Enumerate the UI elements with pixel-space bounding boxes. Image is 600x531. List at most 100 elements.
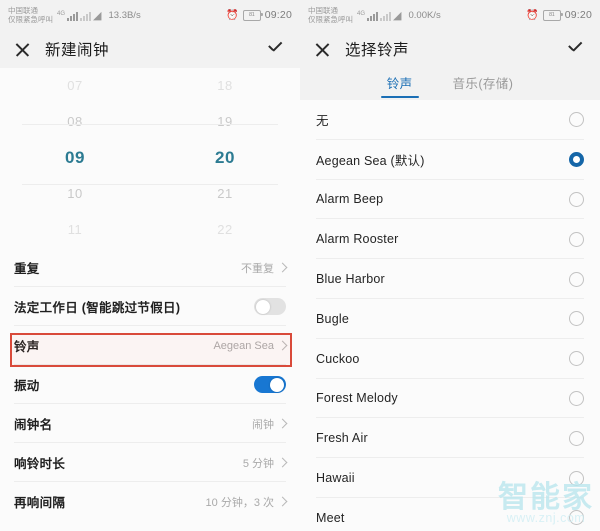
time-picker[interactable]: 07 08 09 10 11 18 19 20 21 22 <box>0 68 300 248</box>
setting-value: 10 分钟，3 次 <box>205 496 274 509</box>
setting-label: 法定工作日 (智能跳过节假日) <box>14 301 181 315</box>
ringtone-name: Forest Melody <box>316 391 398 406</box>
setting-value-wrap: 不重复 <box>241 260 288 276</box>
radio-button[interactable] <box>569 510 584 526</box>
minute-option[interactable]: 19 <box>217 104 232 140</box>
page-title: 新建闹钟 <box>45 42 110 59</box>
ringtone-row-fresh-air[interactable]: Fresh Air <box>300 418 600 459</box>
app-bar-right: 选择铃声 <box>300 30 600 68</box>
ringtone-row-meet[interactable]: Meet <box>300 498 600 531</box>
setting-row-repeat[interactable]: 重复 不重复 <box>0 248 300 287</box>
radio-button[interactable] <box>569 311 584 327</box>
hour-selected[interactable]: 09 <box>65 140 85 176</box>
setting-row-snooze[interactable]: 再响间隔 10 分钟，3 次 <box>0 482 300 521</box>
tab-ringtone[interactable]: 铃声 <box>380 73 419 98</box>
alarm-settings-list: 重复 不重复 法定工作日 (智能跳过节假日) 铃声 Aegean Sea 振动 … <box>0 248 300 521</box>
chevron-right-icon <box>277 340 288 351</box>
ringtone-name: Alarm Beep <box>316 192 384 207</box>
setting-row-workday[interactable]: 法定工作日 (智能跳过节假日) <box>0 287 300 326</box>
hour-option[interactable]: 10 <box>67 176 82 212</box>
select-ringtone-screen: 中国联通 仅限紧急呼叫 4G ◢ 0.00K/s ⏰ 81 09:20 选择铃声 <box>300 0 600 531</box>
picker-line-top <box>22 124 278 125</box>
setting-row-alarm-name[interactable]: 闹钟名 闹钟 <box>0 404 300 443</box>
setting-row-vibrate[interactable]: 振动 <box>0 365 300 404</box>
setting-value-wrap: Aegean Sea <box>213 339 288 352</box>
app-bar-left: 新建闹钟 <box>0 30 300 68</box>
ringtone-name: Alarm Rooster <box>316 232 399 247</box>
ringtone-row-none[interactable]: 无 <box>300 100 600 140</box>
ringtone-name: 无 <box>316 114 329 129</box>
minute-option[interactable]: 21 <box>217 176 232 212</box>
setting-value-wrap: 闹钟 <box>252 416 288 432</box>
setting-value: 5 分钟 <box>242 457 274 470</box>
setting-label: 响铃时长 <box>14 457 66 471</box>
hour-option[interactable]: 07 <box>67 68 82 104</box>
radio-button[interactable] <box>569 390 584 406</box>
radio-button-selected[interactable] <box>569 152 584 168</box>
page-title: 选择铃声 <box>345 42 410 59</box>
minute-option[interactable]: 22 <box>217 212 232 248</box>
hour-wheel[interactable]: 07 08 09 10 11 <box>0 68 150 248</box>
setting-row-ringtone[interactable]: 铃声 Aegean Sea <box>0 326 300 365</box>
ringtone-row-forest-melody[interactable]: Forest Melody <box>300 379 600 419</box>
setting-label: 再响间隔 <box>14 496 66 510</box>
status-right-right: ⏰ 81 09:20 <box>526 9 592 21</box>
close-icon[interactable] <box>14 41 31 58</box>
alarm-clock-icon: ⏰ <box>526 9 539 21</box>
signal-bars-secondary-icon <box>380 11 392 21</box>
ringtone-name: Blue Harbor <box>316 272 385 287</box>
carrier-sub: 仅限紧急呼叫 <box>308 15 353 24</box>
minute-option[interactable]: 18 <box>217 68 232 104</box>
status-right-left: ⏰ 81 09:20 <box>226 9 292 21</box>
ringtone-row-blue-harbor[interactable]: Blue Harbor <box>300 259 600 299</box>
ringtone-row-cuckoo[interactable]: Cuckoo <box>300 339 600 379</box>
ringtone-name: Hawaii <box>316 471 355 486</box>
ringtone-row-alarm-beep[interactable]: Alarm Beep <box>300 180 600 220</box>
check-icon[interactable] <box>268 42 286 56</box>
chevron-right-icon <box>277 457 288 468</box>
carrier-name: 中国联通 <box>8 6 38 15</box>
carrier-sub: 仅限紧急呼叫 <box>8 15 53 24</box>
vibrate-toggle[interactable] <box>254 376 286 393</box>
status-icons-right: 4G ◢ 0.00K/s <box>357 9 441 22</box>
wifi-icon: ◢ <box>93 9 102 22</box>
ringtone-row-alarm-rooster[interactable]: Alarm Rooster <box>300 219 600 260</box>
hour-option[interactable]: 11 <box>68 212 83 248</box>
status-time-label: 09:20 <box>564 9 592 21</box>
radio-button[interactable] <box>569 430 584 446</box>
status-time-label: 09:20 <box>264 9 292 21</box>
setting-row-ring-duration[interactable]: 响铃时长 5 分钟 <box>0 443 300 482</box>
radio-button[interactable] <box>569 271 584 287</box>
setting-value-wrap: 5 分钟 <box>242 455 288 471</box>
minute-selected[interactable]: 20 <box>215 140 235 176</box>
minute-wheel[interactable]: 18 19 20 21 22 <box>150 68 300 248</box>
carrier-name: 中国联通 <box>308 6 338 15</box>
radio-button[interactable] <box>569 351 584 367</box>
battery-level-label: 81 <box>548 12 555 18</box>
close-icon[interactable] <box>314 41 331 58</box>
radio-button[interactable] <box>569 231 584 247</box>
carrier-label-left: 中国联通 仅限紧急呼叫 <box>8 6 53 24</box>
ringtone-name: Fresh Air <box>316 431 368 446</box>
network-speed-label: 0.00K/s <box>408 9 441 21</box>
workday-toggle[interactable] <box>254 298 286 315</box>
hour-option[interactable]: 08 <box>67 104 82 140</box>
setting-label: 振动 <box>14 379 40 393</box>
radio-button[interactable] <box>569 112 584 128</box>
ringtone-row-aegean-sea[interactable]: Aegean Sea (默认) <box>300 140 600 180</box>
chevron-right-icon <box>277 262 288 273</box>
battery-icon: 81 <box>542 9 563 21</box>
ringtone-row-hawaii[interactable]: Hawaii <box>300 458 600 498</box>
chevron-right-icon <box>277 418 288 429</box>
network-type-label: 4G <box>57 10 66 17</box>
check-icon[interactable] <box>568 42 586 56</box>
carrier-label-right: 中国联通 仅限紧急呼叫 <box>308 6 353 24</box>
wifi-icon: ◢ <box>393 9 402 22</box>
radio-button[interactable] <box>569 470 584 486</box>
setting-value-wrap: 10 分钟，3 次 <box>205 494 288 510</box>
tab-music-storage[interactable]: 音乐(存储) <box>453 73 514 95</box>
setting-value: Aegean Sea <box>213 339 274 352</box>
network-type-label: 4G <box>357 10 366 17</box>
radio-button[interactable] <box>569 191 584 207</box>
ringtone-row-bugle[interactable]: Bugle <box>300 299 600 339</box>
